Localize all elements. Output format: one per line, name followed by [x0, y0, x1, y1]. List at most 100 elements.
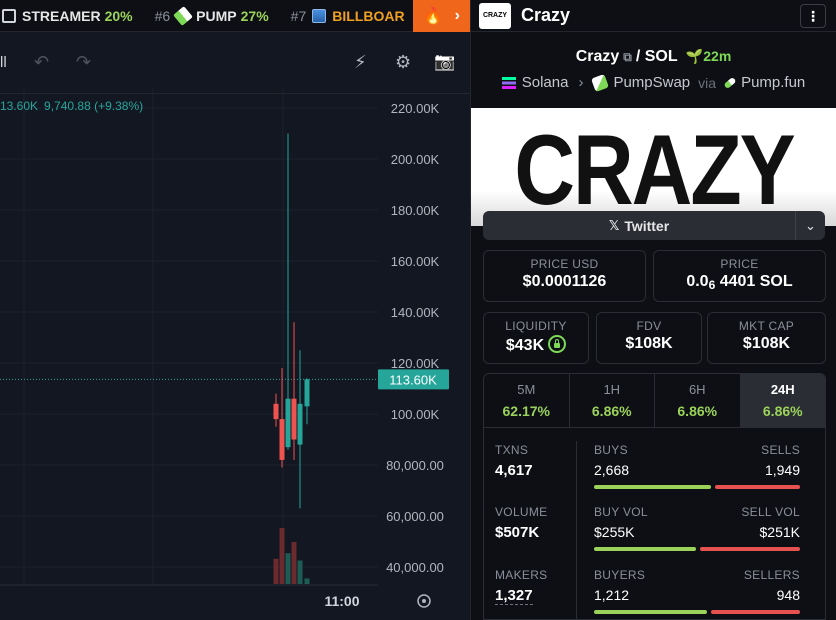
trending-ticker: STREAMER 20% #6 PUMP 27% #7 BILLBOAR [0, 0, 470, 32]
sells-value: 1,949 [764, 462, 800, 478]
price-axis-label: 220.00K [391, 101, 440, 116]
price-chart[interactable]: 220.00K 200.00K 180.00K 160.00K 140.00K 120.0… [0, 88, 470, 620]
price-axis-label: 140.00K [391, 305, 440, 320]
sells-bar [714, 485, 800, 489]
candle-body [285, 398, 291, 448]
ticker-symbol: STREAMER [22, 7, 101, 24]
tab-5m[interactable]: 5M 62.17% [484, 374, 570, 427]
tab-label: 1H [603, 382, 621, 397]
buyers-sellers-bar [594, 610, 800, 614]
stats-divider [576, 441, 577, 620]
billboard-icon [312, 8, 327, 23]
price-native-value: 0.06 4401 SOL [686, 273, 793, 292]
ohlc-change: 9,740.88 (+9.38%) [44, 99, 144, 113]
ticker-item-billboard[interactable]: #7 BILLBOAR [291, 8, 409, 24]
price-axis-label: 160.00K [391, 254, 440, 269]
sell-vol-value: $251K [759, 524, 800, 540]
panel-header: CRAZY Crazy ⋮ [471, 0, 836, 32]
price-axis-label: 180.00K [391, 203, 440, 218]
tab-6h[interactable]: 6H 6.86% [655, 374, 741, 427]
sellers-bar [711, 610, 800, 614]
timeframe-tabs: 5M 62.17% 1H 6.86% 6H 6.86% 24H 6.86% [483, 373, 826, 428]
launchpad-link[interactable]: Pump.fun [741, 74, 805, 91]
volume-bar [273, 558, 279, 584]
ticker-item-pump[interactable]: #6 PUMP 27% [155, 5, 269, 26]
pair-age: 🌱22m [685, 48, 732, 64]
candle-body [297, 403, 303, 445]
sellers-value: 948 [776, 587, 800, 603]
candle-body [273, 403, 279, 420]
time-axis-label: 11:00 [324, 593, 359, 609]
via-label: via [698, 74, 717, 91]
interval-button[interactable]: ll [0, 54, 7, 71]
tab-change: 62.17% [502, 403, 550, 419]
price-axis-label: 200.00K [391, 152, 440, 167]
chevron-right-icon: › [454, 7, 460, 24]
volume-bar [279, 528, 285, 584]
volume-bar [291, 542, 297, 584]
txns-stat: TXNS 4,617 [495, 443, 533, 479]
txns-value: 4,617 [495, 462, 533, 479]
liquidity-value: $43K [484, 335, 588, 355]
redo-icon[interactable]: ↷ [76, 52, 91, 73]
tab-change: 6.86% [677, 403, 718, 419]
chain-link[interactable]: Solana [522, 74, 569, 91]
volume-bar [297, 560, 303, 584]
makers-value[interactable]: 1,327 [495, 587, 533, 605]
ticker-symbol: PUMP [196, 7, 237, 24]
lock-icon[interactable] [548, 335, 567, 353]
dex-link[interactable]: PumpSwap [613, 74, 690, 91]
price-axis-label: 60,000.00 [386, 509, 444, 524]
mcap-label: MKT CAP [738, 319, 795, 333]
tv-icon [2, 8, 16, 23]
buys-label: BUYS [594, 443, 628, 457]
makers-label: MAKERS [495, 568, 548, 582]
buys-bar [594, 485, 711, 489]
pair-base: Crazy [575, 48, 620, 65]
ohlc-legend: 13.60K 9,740.88 (+9.38%) [0, 99, 149, 113]
txns-label: TXNS [495, 443, 529, 457]
fdv-value: $108K [625, 335, 673, 352]
trade-stats: TXNS 4,617 BUYS SELLS 2,668 1,949 VOLUME $… [483, 427, 826, 620]
buyers-label: BUYERS [594, 568, 646, 582]
ticker-change: 27% [240, 7, 269, 24]
buy-vol-value: $255K [594, 524, 635, 540]
ticker-item-streamer[interactable]: STREAMER 20% [2, 8, 133, 24]
tab-24h[interactable]: 24H 6.86% [740, 374, 825, 427]
tab-change: 6.86% [762, 403, 803, 419]
alert-icon[interactable]: ⚡ [354, 52, 367, 73]
buyers-sellers-stat: BUYERS SELLERS 1,212 948 [594, 568, 800, 614]
copy-icon[interactable]: ⧉ [623, 50, 632, 64]
ohlc-value: 13.60K [0, 99, 39, 113]
trending-fire-button[interactable]: 🔥 › [413, 0, 470, 32]
price-axis-label: 120.00K [391, 356, 440, 371]
price-usd-box: PRICE USD $0.0001126 [483, 250, 646, 302]
liquidity-box: LIQUIDITY $43K [483, 312, 589, 364]
camera-icon[interactable]: 📷 [434, 52, 455, 72]
token-banner: CRAZY [471, 108, 836, 226]
pair-title: Crazy ⧉ / SOL 🌱22m [575, 48, 732, 65]
settings-icon[interactable]: ⚙ [395, 52, 411, 73]
candle-body [279, 419, 285, 460]
price-axis-label: 100.00K [391, 407, 440, 422]
tab-label: 24H [770, 382, 795, 397]
price-axis-label: 80,000.00 [386, 458, 444, 473]
twitter-button-group: 𝕏 Twitter ⌄ [483, 211, 825, 240]
ticker-rank: #7 [290, 7, 307, 24]
buys-value: 2,668 [594, 462, 630, 478]
price-usd-value: $0.0001126 [522, 273, 607, 290]
ticker-change: 20% [104, 7, 133, 24]
ticker-symbol: BILLBOAR [332, 7, 405, 24]
buy-sell-volume-stat: BUY VOL SELL VOL $255K $251K [594, 505, 800, 551]
buy-vol-label: BUY VOL [594, 505, 648, 519]
volume-stat: VOLUME $507K [495, 505, 547, 541]
chevron-down-icon[interactable]: ⌄ [795, 211, 825, 240]
more-menu-button[interactable]: ⋮ [800, 4, 826, 28]
fdv-label: FDV [636, 319, 662, 333]
undo-icon[interactable]: ↶ [34, 52, 49, 73]
pumpfun-icon [723, 76, 737, 89]
tab-1h[interactable]: 1H 6.86% [570, 374, 655, 427]
twitter-button[interactable]: 𝕏 Twitter [483, 211, 795, 240]
price-axis-label: 40,000.00 [386, 560, 444, 575]
token-name: Crazy [521, 5, 571, 25]
